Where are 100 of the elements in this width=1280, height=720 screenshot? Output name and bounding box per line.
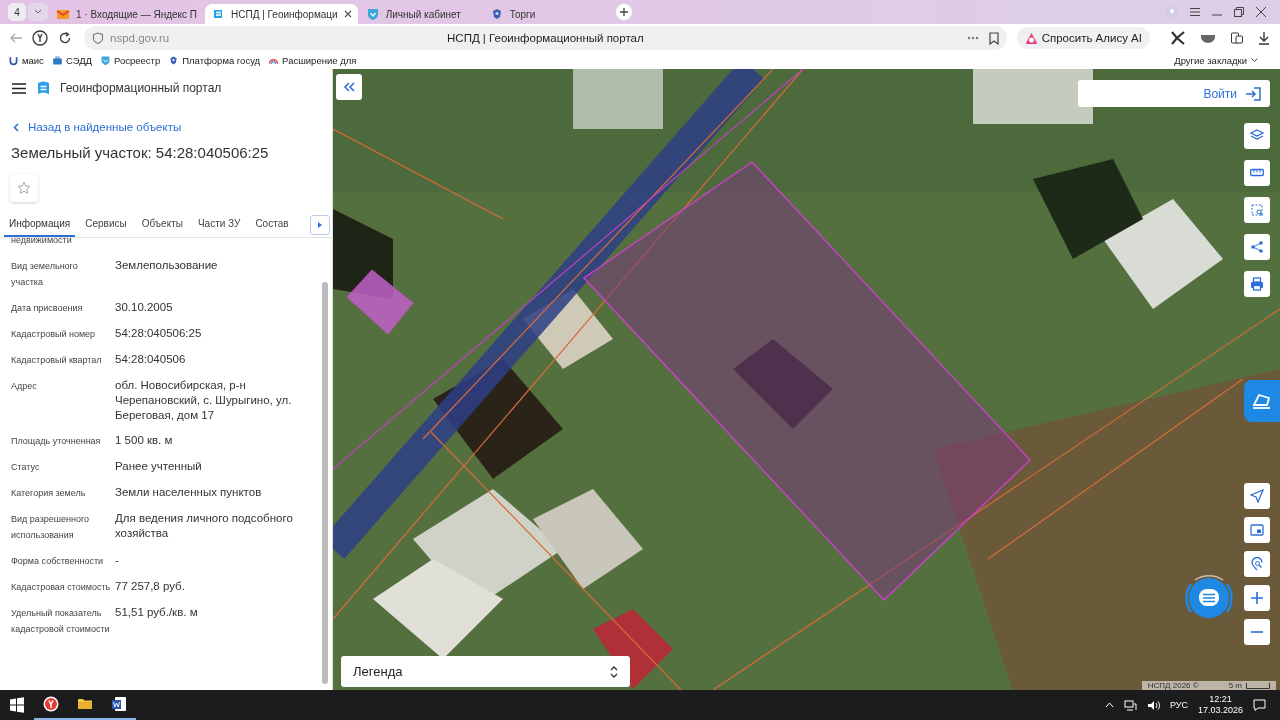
bookmark-link[interactable]: Росреестр [100, 55, 161, 66]
property-label: Статус [11, 461, 41, 474]
clock-time[interactable]: 12:21 [1209, 694, 1232, 705]
property-label: недвижимости [11, 238, 73, 247]
scroll-tabs-button[interactable] [310, 214, 330, 235]
login-button[interactable]: Войти [1078, 80, 1270, 107]
browser-tab[interactable]: Личный кабинет [359, 4, 482, 24]
menu-icon[interactable] [12, 82, 26, 94]
parcel-polygon [346, 269, 414, 335]
bookmark-link[interactable]: Расширение для [268, 55, 357, 66]
shield-icon [100, 55, 111, 66]
property-value: Землепользование [115, 258, 219, 273]
legend-dropdown[interactable]: Легенда [341, 656, 630, 687]
location-search-icon [1250, 557, 1264, 571]
more-dots-icon[interactable] [966, 36, 979, 40]
word-document-icon[interactable] [111, 696, 127, 712]
map-tool-button[interactable] [1244, 483, 1270, 509]
close-icon[interactable] [343, 10, 352, 18]
input-language[interactable]: РУС [1169, 700, 1188, 710]
chevron-down-icon [1251, 58, 1258, 63]
address-bar[interactable]: nspd.gov.ru НСПД | Геоинформационный портал [84, 26, 1007, 50]
double-chevron-left-icon [343, 82, 355, 92]
property-value: 30.10.2005 [115, 300, 174, 315]
scale-label: 5 m [1228, 681, 1242, 690]
bookmark-icon[interactable] [988, 31, 999, 45]
map-tool-button[interactable] [1244, 123, 1270, 149]
chevron-left-icon [13, 122, 19, 132]
portal-title: Геоинформационный портал [60, 81, 222, 95]
clock-date[interactable]: 17.03.2026 [1197, 705, 1243, 716]
chevron-up-icon[interactable] [1104, 702, 1114, 708]
envelope-icon [56, 7, 70, 21]
reload-icon[interactable] [58, 31, 72, 45]
side-panel-tab[interactable] [1244, 380, 1280, 422]
url-text: nspd.gov.ru [110, 32, 170, 44]
property-label: Вид разрешенного использования [11, 513, 91, 542]
network-icon[interactable] [1123, 699, 1137, 711]
info-tab[interactable]: Объекты [136, 218, 188, 237]
property-value: Ранее учтенный [115, 459, 203, 474]
download-icon[interactable] [1258, 31, 1270, 45]
alice-logo-icon [1024, 31, 1038, 45]
close-icon[interactable] [1256, 7, 1266, 17]
property-label: Категория земель [11, 487, 87, 500]
area-select-icon [1250, 203, 1264, 217]
bookmark-link[interactable]: СЭДД [51, 55, 92, 66]
browser-tab[interactable]: Торги [483, 4, 606, 24]
property-label: Адрес [11, 380, 38, 393]
portal-logo-icon [211, 7, 225, 21]
caret-right-icon [318, 221, 322, 228]
info-tab[interactable]: Информация [4, 218, 76, 237]
collapse-panel-button[interactable] [336, 74, 362, 100]
windows-start-icon[interactable] [9, 697, 25, 713]
property-label: Кадастровая стоимость [11, 581, 112, 594]
speaker-icon[interactable] [1146, 699, 1160, 711]
shield-icon [365, 7, 380, 21]
map-tool-button[interactable] [1244, 585, 1270, 611]
property-value: 77 257,8 руб. [115, 579, 186, 594]
restore-icon[interactable] [1234, 7, 1244, 17]
property-label: Кадастровый квартал [11, 354, 103, 367]
yandex-browser-icon[interactable] [43, 696, 59, 712]
property-value: 54:28:040506:25 [115, 326, 203, 341]
map-tool-button[interactable] [1244, 234, 1270, 260]
info-tab[interactable]: Сервисы [80, 218, 132, 237]
bookmark-link[interactable]: маис [8, 55, 44, 66]
map-tool-button[interactable] [1244, 160, 1270, 186]
map-tool-button[interactable] [1244, 517, 1270, 543]
map-tool-button[interactable] [1244, 271, 1270, 297]
tab-count-button[interactable]: 4 [8, 3, 26, 21]
map-tool-button[interactable] [1244, 197, 1270, 223]
ask-alice-button[interactable]: Спросить Алису AI [1016, 27, 1150, 49]
navigation-arrow-icon [1250, 489, 1264, 503]
page-title: НСПД | Геоинформационный портал [447, 32, 644, 44]
yandex-logo-icon[interactable] [32, 30, 48, 46]
back-link[interactable]: Назад в найденные объекты [13, 121, 182, 133]
browser-tab[interactable]: 1 · Входящие — Яндекс П [50, 4, 203, 24]
star-icon [17, 181, 31, 195]
info-tab[interactable]: Состав [250, 218, 294, 237]
plus-icon [619, 8, 628, 16]
bookmark-link[interactable]: Платформа госуд [168, 55, 261, 66]
scale-bar-icon [1246, 682, 1270, 689]
property-label: Удельный показатель кадастровой стоимости [11, 607, 111, 636]
map-attribution: НСПД 2026 © [1147, 681, 1199, 690]
property-value: Земли населенных пунктов [115, 485, 263, 500]
plus-icon [1250, 591, 1264, 605]
map-tool-button[interactable] [1244, 551, 1270, 577]
folder-icon[interactable] [77, 696, 93, 712]
info-tab[interactable]: Части ЗУ [192, 218, 246, 237]
menu-icon[interactable] [1190, 8, 1200, 16]
other-bookmarks-button[interactable]: Другие закладки [1174, 55, 1272, 66]
up-down-caret-icon [610, 665, 618, 678]
login-icon [1245, 86, 1261, 101]
property-label: Кадастровый номер [11, 328, 97, 341]
clipboard-icon[interactable] [1230, 31, 1244, 45]
browser-tab[interactable]: НСПД | Геоинформаци [205, 4, 358, 24]
property-value: 51,51 руб./кв. м [115, 605, 199, 620]
notification-icon[interactable] [1253, 699, 1266, 711]
chevron-down-icon [34, 9, 42, 15]
property-value: Для ведения личного подсобного хозяйства [115, 511, 294, 541]
property-label: Дата присвоения [11, 302, 84, 315]
new-tab-button[interactable] [615, 4, 632, 20]
map-tool-button[interactable] [1244, 619, 1270, 645]
